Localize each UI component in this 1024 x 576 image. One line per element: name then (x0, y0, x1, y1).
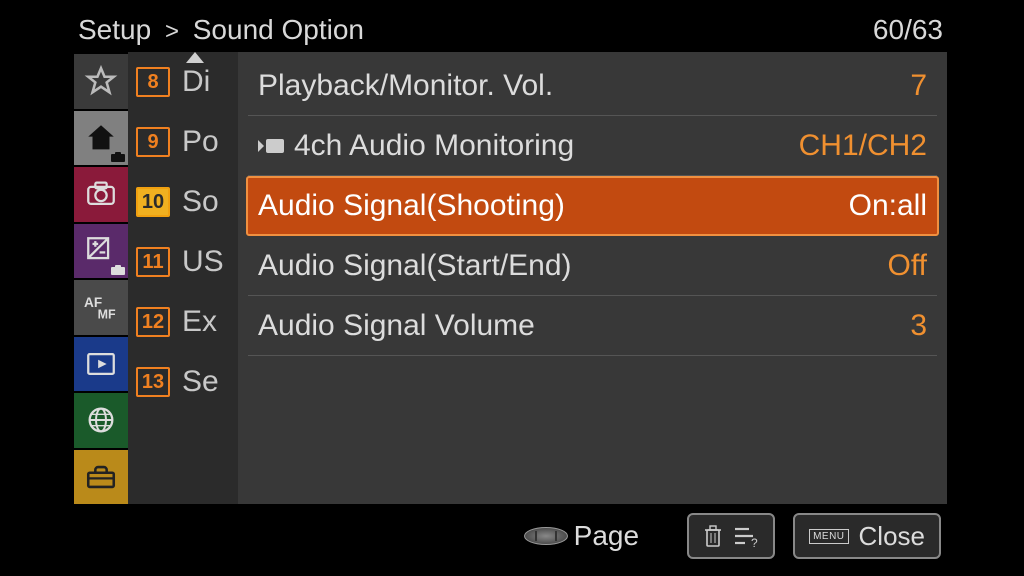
trash-icon (703, 524, 723, 548)
svg-text:MF: MF (98, 308, 116, 322)
tab-exposure[interactable] (74, 224, 128, 279)
setting-playback-volume[interactable]: Playback/Monitor. Vol. 7 (248, 56, 937, 116)
setting-audio-signal-start-end[interactable]: Audio Signal(Start/End) Off (248, 236, 937, 296)
camera-badge-icon (111, 152, 125, 162)
tab-network[interactable] (74, 393, 128, 448)
settings-panel: Playback/Monitor. Vol. 7 4ch Audio Monit… (238, 52, 947, 504)
setting-label: Playback/Monitor. Vol. (258, 69, 553, 103)
page-peek: So (178, 172, 238, 232)
footer-page-hint: Page (524, 520, 639, 552)
tab-shooting[interactable] (74, 167, 128, 222)
help-question-mark: ? (751, 536, 758, 547)
setting-value: 7 (910, 69, 927, 103)
footer-bar: Page ? MENU Close (74, 504, 947, 562)
page-number[interactable]: 9 (136, 127, 170, 157)
footer-page-label: Page (574, 520, 639, 552)
globe-icon (84, 403, 118, 437)
toolbox-icon (84, 460, 118, 494)
setting-value: Off (888, 249, 927, 283)
page-peek: Po (178, 112, 238, 172)
menu-key-icon: MENU (809, 529, 848, 544)
close-button[interactable]: MENU Close (793, 513, 941, 559)
video-mode-icon (258, 136, 286, 156)
setting-label: Audio Signal Volume (258, 309, 535, 343)
page-peek: US (178, 232, 238, 292)
setting-value: 3 (910, 309, 927, 343)
setting-label: Audio Signal(Shooting) (258, 189, 565, 223)
setting-label: Audio Signal(Start/End) (258, 249, 572, 283)
tab-setup[interactable] (74, 450, 128, 505)
exposure-icon (84, 234, 118, 268)
play-icon (84, 347, 118, 381)
tab-main[interactable] (74, 111, 128, 166)
setting-4ch-audio-monitoring[interactable]: 4ch Audio Monitoring CH1/CH2 (248, 116, 937, 176)
breadcrumb: Setup > Sound Option 60/63 (74, 12, 947, 52)
page-peek-column: Di Po So US Ex Se (178, 52, 238, 504)
page-peek: Se (178, 352, 238, 412)
setting-label: 4ch Audio Monitoring (294, 129, 574, 163)
page-number-column: 8 9 10 11 12 13 (128, 52, 178, 504)
help-list-icon: ? (733, 525, 759, 547)
afmf-icon: AFMF (84, 290, 118, 324)
page-number-active[interactable]: 10 (136, 187, 170, 217)
page-number[interactable]: 12 (136, 307, 170, 337)
breadcrumb-root: Setup (78, 14, 151, 45)
setting-value: CH1/CH2 (799, 129, 927, 163)
breadcrumb-separator: > (165, 18, 179, 45)
setting-audio-signal-volume[interactable]: Audio Signal Volume 3 (248, 296, 937, 356)
tab-playback[interactable] (74, 337, 128, 392)
tab-focus[interactable]: AFMF (74, 280, 128, 335)
breadcrumb-section: Sound Option (193, 14, 364, 45)
page-number[interactable]: 11 (136, 247, 170, 277)
star-icon (84, 64, 118, 98)
page-counter: 60/63 (873, 14, 943, 46)
page-peek: Ex (178, 292, 238, 352)
setting-audio-signal-shooting[interactable]: Audio Signal(Shooting) On:all (246, 176, 939, 236)
home-icon (84, 121, 118, 155)
control-wheel-icon (524, 527, 568, 545)
page-number[interactable]: 13 (136, 367, 170, 397)
close-label: Close (859, 521, 925, 552)
camera-icon (84, 177, 118, 211)
setting-value: On:all (849, 189, 927, 223)
page-number[interactable]: 8 (136, 67, 170, 97)
help-button[interactable]: ? (687, 513, 775, 559)
side-tab-column: AFMF (74, 52, 128, 504)
tab-favorite[interactable] (74, 54, 128, 109)
breadcrumb-caret-icon (186, 52, 204, 63)
camera-badge-icon (111, 265, 125, 275)
